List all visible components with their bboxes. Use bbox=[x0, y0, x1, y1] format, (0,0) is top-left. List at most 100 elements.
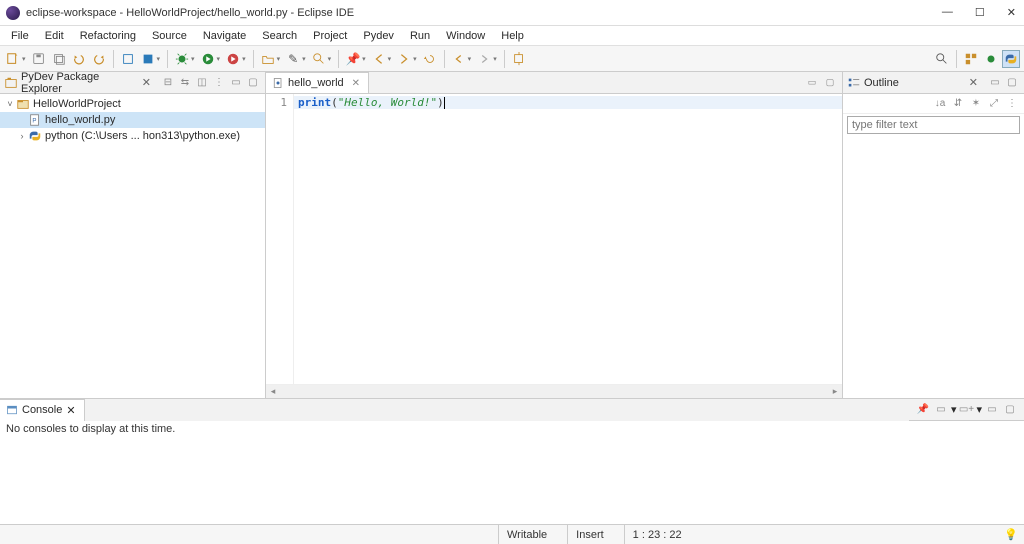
display-console-icon[interactable]: ▭ bbox=[933, 402, 949, 418]
dropdown-icon[interactable]: ▾ bbox=[217, 55, 221, 63]
coverage-icon[interactable] bbox=[224, 50, 242, 68]
code-keyword: print bbox=[298, 96, 331, 109]
python-perspective-icon[interactable] bbox=[1002, 50, 1020, 68]
close-icon[interactable]: ✕ bbox=[352, 78, 360, 89]
last-edit-icon[interactable] bbox=[421, 50, 439, 68]
stop-icon[interactable] bbox=[139, 50, 157, 68]
dropdown-icon[interactable]: ▾ bbox=[328, 55, 332, 63]
maximize-panel-icon[interactable]: ▢ bbox=[1004, 75, 1020, 91]
scroll-track[interactable] bbox=[280, 387, 828, 397]
scroll-right-icon[interactable]: ▸ bbox=[828, 386, 842, 397]
box-icon[interactable] bbox=[119, 50, 137, 68]
maximize-panel-icon[interactable]: ▢ bbox=[245, 75, 261, 91]
wand-icon[interactable]: ✎ bbox=[284, 50, 302, 68]
tree-label: hello_world.py bbox=[45, 114, 115, 126]
dropdown-icon[interactable]: ▾ bbox=[493, 55, 497, 63]
minimize-panel-icon[interactable]: ▭ bbox=[984, 402, 1000, 418]
pin-console-icon[interactable]: 📌 bbox=[915, 402, 931, 418]
menu-bar: File Edit Refactoring Source Navigate Se… bbox=[0, 26, 1024, 46]
back-icon[interactable] bbox=[450, 50, 468, 68]
dropdown-icon[interactable]: ▾ bbox=[302, 55, 306, 63]
debug-icon[interactable] bbox=[173, 50, 191, 68]
sort-icon[interactable]: ↓a bbox=[932, 96, 948, 112]
menu-run[interactable]: Run bbox=[403, 28, 437, 44]
pin-editor-icon[interactable] bbox=[510, 50, 528, 68]
editor-tab-active[interactable]: hello_world ✕ bbox=[266, 72, 369, 93]
menu-project[interactable]: Project bbox=[306, 28, 354, 44]
dropdown-icon[interactable]: ▾ bbox=[951, 403, 957, 416]
close-button[interactable]: ✕ bbox=[1005, 6, 1018, 19]
new-console-icon[interactable]: ▭+ bbox=[958, 402, 974, 418]
menu-search[interactable]: Search bbox=[255, 28, 304, 44]
collapse-all-icon[interactable]: ⊟ bbox=[160, 75, 176, 91]
menu-help[interactable]: Help bbox=[494, 28, 531, 44]
redo-icon[interactable] bbox=[90, 50, 108, 68]
maximize-panel-icon[interactable]: ▢ bbox=[1002, 402, 1018, 418]
status-writable: Writable bbox=[498, 525, 567, 544]
main-area: PyDev Package Explorer ✕ ⊟ ⇆ ◫ ⋮ ▭ ▢ ˅ H… bbox=[0, 72, 1024, 398]
dropdown-icon[interactable]: ▾ bbox=[277, 55, 281, 63]
search-icon[interactable] bbox=[933, 50, 951, 68]
expand-toggle-icon[interactable]: › bbox=[16, 131, 28, 141]
outline-filter-input[interactable] bbox=[847, 116, 1020, 134]
minimize-button[interactable]: — bbox=[940, 6, 955, 19]
dropdown-icon[interactable]: ▾ bbox=[388, 55, 392, 63]
menu-edit[interactable]: Edit bbox=[38, 28, 71, 44]
dropdown-icon[interactable]: ▾ bbox=[242, 55, 246, 63]
minimize-panel-icon[interactable]: ▭ bbox=[987, 75, 1003, 91]
expand-icon[interactable]: ✶ bbox=[968, 96, 984, 112]
maximize-editor-icon[interactable]: ▢ bbox=[822, 76, 838, 90]
scroll-left-icon[interactable]: ◂ bbox=[266, 386, 280, 397]
dropdown-icon[interactable]: ▾ bbox=[413, 55, 417, 63]
dropdown-icon[interactable]: ▾ bbox=[362, 55, 366, 63]
horizontal-scrollbar[interactable]: ◂ ▸ bbox=[266, 384, 842, 398]
link-editor-icon[interactable]: ⇆ bbox=[177, 75, 193, 91]
open-perspective-icon[interactable] bbox=[962, 50, 980, 68]
editor-body[interactable]: 1 print("Hello, World!") bbox=[266, 94, 842, 384]
maximize-button[interactable]: ☐ bbox=[973, 6, 987, 19]
collapse-icon[interactable]: ⤢ bbox=[986, 96, 1002, 112]
undo-icon[interactable] bbox=[70, 50, 88, 68]
menu-file[interactable]: File bbox=[4, 28, 36, 44]
menu-refactoring[interactable]: Refactoring bbox=[73, 28, 143, 44]
package-tree[interactable]: ˅ HelloWorldProject P hello_world.py › p… bbox=[0, 94, 265, 398]
run-icon[interactable] bbox=[199, 50, 217, 68]
editor-tabs: hello_world ✕ ▭ ▢ bbox=[266, 72, 842, 94]
close-icon[interactable]: ✕ bbox=[139, 76, 154, 89]
tip-icon[interactable]: 💡 bbox=[1004, 528, 1018, 541]
console-tab[interactable]: Console ✕ bbox=[0, 399, 85, 421]
view-menu-icon[interactable]: ⋮ bbox=[211, 75, 227, 91]
save-icon[interactable] bbox=[30, 50, 48, 68]
search-file-icon[interactable] bbox=[310, 50, 328, 68]
minimize-editor-icon[interactable]: ▭ bbox=[804, 76, 820, 90]
menu-source[interactable]: Source bbox=[145, 28, 194, 44]
forward-icon[interactable] bbox=[475, 50, 493, 68]
dropdown-icon[interactable]: ▾ bbox=[191, 55, 195, 63]
menu-pydev[interactable]: Pydev bbox=[356, 28, 401, 44]
new-folder-icon[interactable] bbox=[259, 50, 277, 68]
code-area[interactable]: print("Hello, World!") bbox=[294, 94, 842, 384]
menu-navigate[interactable]: Navigate bbox=[196, 28, 253, 44]
close-icon[interactable]: ✕ bbox=[66, 404, 75, 417]
minimize-panel-icon[interactable]: ▭ bbox=[228, 75, 244, 91]
tree-interpreter[interactable]: › python (C:\Users ... hon313\python.exe… bbox=[0, 128, 265, 144]
expand-toggle-icon[interactable]: ˅ bbox=[4, 99, 16, 109]
dropdown-icon[interactable]: ▾ bbox=[157, 55, 161, 63]
new-icon[interactable] bbox=[4, 50, 22, 68]
dropdown-icon[interactable]: ▾ bbox=[468, 55, 472, 63]
package-explorer-icon bbox=[4, 76, 18, 90]
prev-edit-icon[interactable] bbox=[370, 50, 388, 68]
dropdown-icon[interactable]: ▾ bbox=[976, 403, 982, 416]
working-sets-icon[interactable]: ◫ bbox=[194, 75, 210, 91]
menu-window[interactable]: Window bbox=[439, 28, 492, 44]
next-edit-icon[interactable] bbox=[395, 50, 413, 68]
tree-project[interactable]: ˅ HelloWorldProject bbox=[0, 96, 265, 112]
tree-file-selected[interactable]: P hello_world.py bbox=[0, 112, 265, 128]
view-menu-icon[interactable]: ⋮ bbox=[1004, 96, 1020, 112]
pin-icon[interactable]: 📌 bbox=[344, 50, 362, 68]
dropdown-icon[interactable]: ▾ bbox=[22, 55, 26, 63]
filter-fields-icon[interactable]: ⇵ bbox=[950, 96, 966, 112]
save-all-icon[interactable] bbox=[50, 50, 68, 68]
close-icon[interactable]: ✕ bbox=[966, 76, 981, 89]
debug-perspective-icon[interactable] bbox=[982, 50, 1000, 68]
